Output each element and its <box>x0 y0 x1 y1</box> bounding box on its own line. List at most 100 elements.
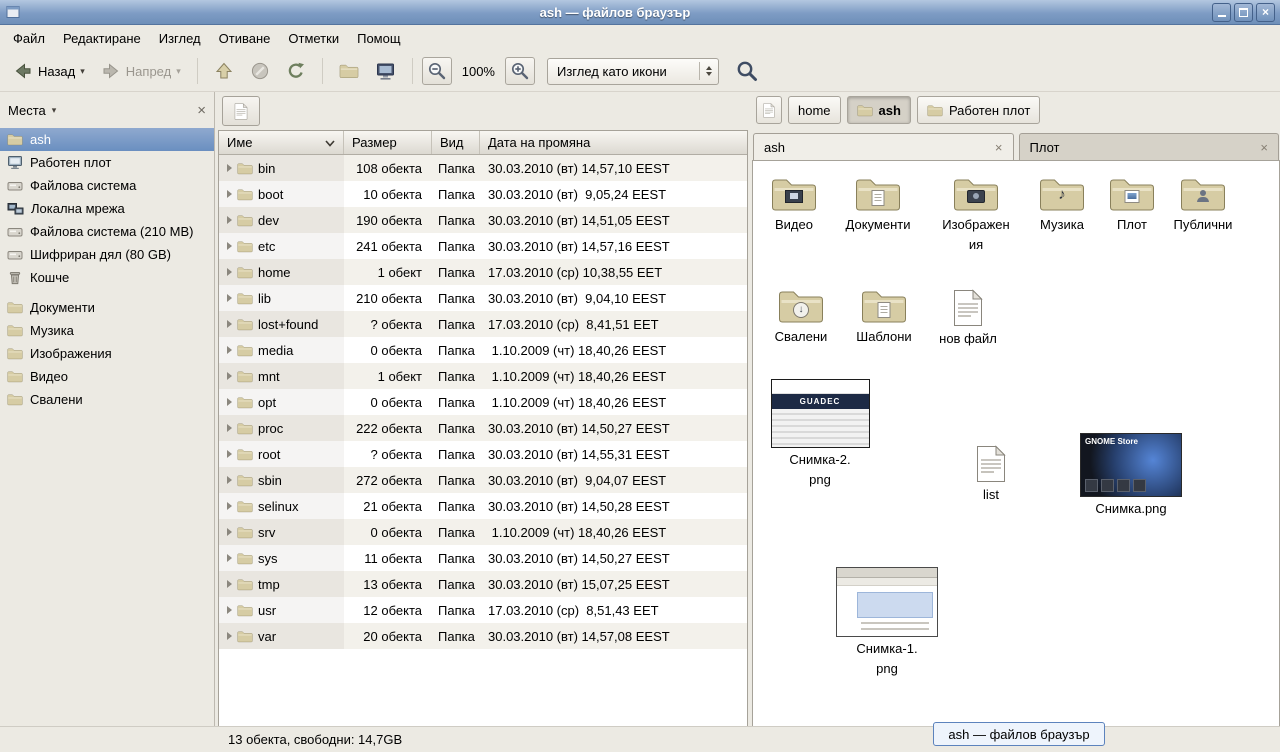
forward-button[interactable]: Напред ▾ <box>94 56 188 86</box>
expander-icon[interactable] <box>227 190 232 198</box>
expander-icon[interactable] <box>227 320 232 328</box>
table-row[interactable]: home1 обектПапка17.03.2010 (ср) 10,38,55… <box>219 259 747 285</box>
window-list-hint[interactable]: ash — файлов браузър <box>933 722 1105 746</box>
tab-plot[interactable]: Плот× <box>1019 133 1280 160</box>
column-header-name[interactable]: Име <box>219 131 344 154</box>
table-row[interactable]: opt0 обектаПапка 1.10.2009 (чт) 18,40,26… <box>219 389 747 415</box>
icon-item-images-folder[interactable]: Изображения <box>934 175 1018 253</box>
icon-item-video-folder[interactable]: Видео <box>752 175 836 233</box>
table-row[interactable]: srv0 обектаПапка 1.10.2009 (чт) 18,40,26… <box>219 519 747 545</box>
tab-close-icon[interactable]: × <box>995 140 1003 155</box>
expander-icon[interactable] <box>227 528 232 536</box>
table-row[interactable]: var20 обектаПапка30.03.2010 (вт) 14,57,0… <box>219 623 747 649</box>
tab-close-icon[interactable]: × <box>1260 140 1268 155</box>
menu-item-go[interactable]: Отиване <box>210 27 280 50</box>
zoom-in-button[interactable] <box>505 57 535 85</box>
sidebar-item-desktop[interactable]: Работен плот <box>0 151 214 174</box>
icon-item-snimka-png[interactable]: GNOME StoreСнимка.png <box>1076 433 1186 517</box>
column-header-size[interactable]: Размер <box>344 131 432 154</box>
sidebar-item-filesystem-210mb[interactable]: Файлова система (210 MB) <box>0 220 214 243</box>
titlebar[interactable]: ash — файлов браузър × <box>0 0 1280 25</box>
icon-item-public-folder[interactable]: Публични <box>1161 175 1245 233</box>
icon-item-snimka-2-png[interactable]: GUADECСнимка-2.png <box>765 379 875 488</box>
sidebar-item-trash[interactable]: Кошче <box>0 266 214 289</box>
icon-view[interactable]: ВидеоДокументиИзображенияМузикаПлотПубли… <box>752 160 1280 726</box>
tree-pane-location-button[interactable] <box>222 96 260 126</box>
table-row[interactable]: bin108 обектаПапка30.03.2010 (вт) 14,57,… <box>219 155 747 181</box>
table-row[interactable]: tmp13 обектаПапка30.03.2010 (вт) 15,07,2… <box>219 571 747 597</box>
back-dropdown-icon[interactable]: ▾ <box>80 66 85 77</box>
search-button[interactable] <box>731 57 763 85</box>
expander-icon[interactable] <box>227 346 232 354</box>
icon-item-snimka-1-png[interactable]: Снимка-1.png <box>832 567 942 677</box>
sidebar-item-images[interactable]: Изображения <box>0 342 214 365</box>
expander-icon[interactable] <box>227 294 232 302</box>
menu-item-view[interactable]: Изглед <box>150 27 210 50</box>
menu-item-file[interactable]: Файл <box>4 27 54 50</box>
sidebar-close-icon[interactable]: × <box>197 102 206 119</box>
sidebar-item-video[interactable]: Видео <box>0 365 214 388</box>
expander-icon[interactable] <box>227 242 232 250</box>
home-button[interactable] <box>332 58 366 84</box>
table-row[interactable]: proc222 обектаПапка30.03.2010 (вт) 14,50… <box>219 415 747 441</box>
zoom-out-button[interactable] <box>422 57 452 85</box>
menu-item-bookmarks[interactable]: Отметки <box>279 27 348 50</box>
pathbar-button-desktop[interactable]: Работен плот <box>917 96 1040 124</box>
menu-item-edit[interactable]: Редактиране <box>54 27 150 50</box>
expander-icon[interactable] <box>227 398 232 406</box>
expander-icon[interactable] <box>227 450 232 458</box>
pathbar-button-home[interactable]: home <box>788 96 841 124</box>
icon-item-downloads-folder[interactable]: Свалени <box>759 287 843 345</box>
expander-icon[interactable] <box>227 268 232 276</box>
minimize-button[interactable] <box>1212 3 1231 22</box>
expander-icon[interactable] <box>227 632 232 640</box>
sidebar-item-music[interactable]: Музика <box>0 319 214 342</box>
sidebar-item-local-network[interactable]: Локална мрежа <box>0 197 214 220</box>
table-row[interactable]: sys11 обектаПапка30.03.2010 (вт) 14,50,2… <box>219 545 747 571</box>
table-row[interactable]: sbin272 обектаПапка30.03.2010 (вт) 9,04,… <box>219 467 747 493</box>
sidebar-item-filesystem[interactable]: Файлова система <box>0 174 214 197</box>
sidebar-title[interactable]: Места <box>8 103 46 118</box>
chevron-down-icon[interactable]: ▾ <box>52 105 57 116</box>
reload-button[interactable] <box>279 56 313 86</box>
icon-item-list-file[interactable]: list <box>949 445 1033 503</box>
icon-item-new-file[interactable]: нов файл <box>926 289 1010 347</box>
table-row[interactable]: boot10 обектаПапка30.03.2010 (вт) 9,05,2… <box>219 181 747 207</box>
expander-icon[interactable] <box>227 372 232 380</box>
up-button[interactable] <box>207 56 241 86</box>
sidebar-item-encrypted-80gb[interactable]: Шифриран дял (80 GB) <box>0 243 214 266</box>
pathbar-button-root[interactable] <box>756 96 782 124</box>
table-row[interactable]: media0 обектаПапка 1.10.2009 (чт) 18,40,… <box>219 337 747 363</box>
spinner-icon[interactable] <box>699 62 712 80</box>
sidebar-item-documents[interactable]: Документи <box>0 296 214 319</box>
table-row[interactable]: selinux21 обектаПапка30.03.2010 (вт) 14,… <box>219 493 747 519</box>
sidebar-item-downloads[interactable]: Свалени <box>0 388 214 411</box>
table-row[interactable]: dev190 обектаПапка30.03.2010 (вт) 14,51,… <box>219 207 747 233</box>
sidebar-item-ash[interactable]: ash <box>0 128 214 151</box>
expander-icon[interactable] <box>227 580 232 588</box>
expander-icon[interactable] <box>227 476 232 484</box>
table-row[interactable]: mnt1 обектПапка 1.10.2009 (чт) 18,40,26 … <box>219 363 747 389</box>
table-row[interactable]: lib210 обектаПапка30.03.2010 (вт) 9,04,1… <box>219 285 747 311</box>
icon-item-templates-folder[interactable]: Шаблони <box>842 287 926 345</box>
computer-button[interactable] <box>368 56 403 86</box>
view-mode-select[interactable]: Изглед като икони <box>547 58 719 85</box>
expander-icon[interactable] <box>227 424 232 432</box>
tab-ash[interactable]: ash× <box>753 133 1014 160</box>
table-row[interactable]: lost+found? обектаПапка17.03.2010 (ср) 8… <box>219 311 747 337</box>
back-button[interactable]: Назад ▾ <box>6 56 92 86</box>
pathbar-button-ash[interactable]: ash <box>847 96 911 124</box>
column-header-type[interactable]: Вид <box>432 131 480 154</box>
expander-icon[interactable] <box>227 606 232 614</box>
icon-item-documents-folder[interactable]: Документи <box>836 175 920 233</box>
expander-icon[interactable] <box>227 502 232 510</box>
maximize-button[interactable] <box>1234 3 1253 22</box>
column-header-date[interactable]: Дата на промяна <box>480 131 747 154</box>
menu-item-help[interactable]: Помощ <box>348 27 409 50</box>
table-row[interactable]: root? обектаПапка30.03.2010 (вт) 14,55,3… <box>219 441 747 467</box>
expander-icon[interactable] <box>227 164 232 172</box>
table-row[interactable]: etc241 обектаПапка30.03.2010 (вт) 14,57,… <box>219 233 747 259</box>
close-button[interactable]: × <box>1256 3 1275 22</box>
expander-icon[interactable] <box>227 554 232 562</box>
table-row[interactable]: usr12 обектаПапка17.03.2010 (ср) 8,51,43… <box>219 597 747 623</box>
